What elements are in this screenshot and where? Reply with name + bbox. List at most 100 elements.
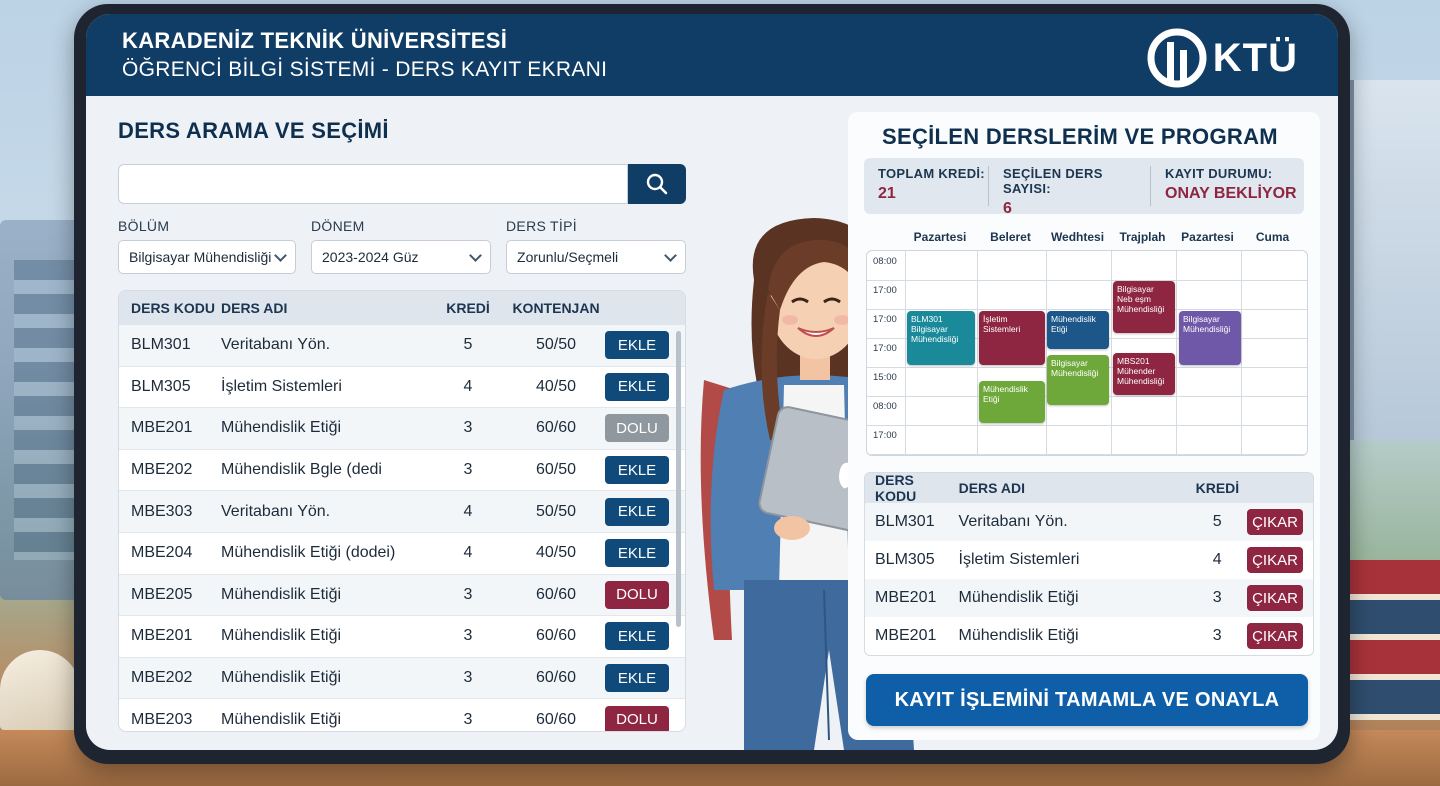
add-course-button[interactable]: EKLE <box>605 664 669 693</box>
background-books <box>1344 560 1440 720</box>
schedule-course-block[interactable]: İşletim Sistemleri <box>979 311 1045 365</box>
schedule-day-label: Wedhtesi <box>1050 230 1105 244</box>
schedule-block-text: Etiği <box>983 393 1000 404</box>
course-type-select[interactable]: Zorunlu/Seçmeli <box>506 240 687 274</box>
add-course-button[interactable]: EKLE <box>605 539 669 568</box>
add-course-button[interactable]: EKLE <box>605 497 669 526</box>
add-course-button[interactable]: EKLE <box>605 456 669 485</box>
schedule-time-label: 17:00 <box>873 430 897 441</box>
course-code: MBE303 <box>131 502 193 520</box>
filter-course-type: DERS TİPİ Zorunlu/Seçmeli <box>506 218 687 274</box>
remove-course-button[interactable]: ÇIKAR <box>1246 623 1303 649</box>
schedule-time-label: 17:00 <box>873 285 897 296</box>
course-code: BLM305 <box>875 551 935 568</box>
course-credit: 5 <box>463 336 473 354</box>
schedule-day-label: Beleret <box>990 230 1031 244</box>
schedule-time-label: 17:00 <box>873 314 897 325</box>
schedule-course-block[interactable]: Bilgisayar Mühendisliği <box>1179 311 1241 365</box>
selected-courses-panel: SEÇİLEN DERSLERİM VE PROGRAM TOPLAM KRED… <box>848 112 1320 740</box>
grid-line <box>867 425 1307 426</box>
schedule-day-label: Pazartesi <box>1181 230 1234 244</box>
course-name: Veritabanı Yön. <box>221 336 331 354</box>
summary-total-credit: TOPLAM KREDİ: 21 <box>864 166 988 206</box>
summary-value: 21 <box>878 185 896 202</box>
confirm-registration-button[interactable]: KAYIT İŞLEMİNİ TAMAMLA VE ONAYLA <box>866 674 1308 726</box>
course-name: Veritabanı Yön. <box>221 502 331 520</box>
selected-table-header: DERS KODU DERS ADI KREDİ <box>865 472 1313 504</box>
schedule-time-label: 08:00 <box>873 256 897 267</box>
table-row: MBE203 Mühendislik Etiği 3 60/60 DOLU <box>119 699 685 731</box>
schedule-course-block[interactable]: Bilgisayar Mühendisliği <box>1047 355 1109 405</box>
table-row: MBE201 Mühendislik Etiği 3 ÇIKAR <box>865 579 1313 617</box>
schedule-course-block[interactable]: MBS201 Mühender Mühendisliği <box>1113 353 1175 395</box>
table-row: BLM305 İşletim Sistemleri 4 40/50 EKLE <box>119 367 685 409</box>
schedule-block-text: Sistemleri <box>983 323 1021 334</box>
course-credit: 3 <box>1212 589 1222 606</box>
chevron-down-icon <box>469 248 482 262</box>
select-value: Zorunlu/Seçmeli <box>517 249 619 265</box>
add-course-button[interactable]: EKLE <box>605 622 669 651</box>
grid-line <box>867 454 1307 455</box>
table-row: BLM301 Veritabanı Yön. 5 ÇIKAR <box>865 503 1313 541</box>
remove-course-button[interactable]: ÇIKAR <box>1246 509 1303 535</box>
course-name: Mühendislik Etiği (dodei) <box>221 544 396 562</box>
course-quota: 50/50 <box>535 336 577 354</box>
background-open-book <box>0 650 80 730</box>
tablet-frame: KARADENİZ TEKNİK ÜNİVERSİTESİ ÖĞRENCİ Bİ… <box>74 4 1350 764</box>
add-course-button[interactable]: EKLE <box>605 331 669 360</box>
schedule-course-block[interactable]: BLM301 Bilgisayar Mühendisliği <box>907 311 975 365</box>
filter-label: BÖLÜM <box>118 218 170 234</box>
schedule-day-label: Trajplah <box>1119 230 1166 244</box>
term-select[interactable]: 2023-2024 Güz <box>311 240 492 274</box>
course-code: MBE201 <box>131 627 193 645</box>
course-code: BLM301 <box>875 513 935 530</box>
header-code: DERS KODU <box>131 300 216 316</box>
schedule-course-block[interactable]: Bilgisayar Neb eşm Mühendisliği <box>1113 281 1175 333</box>
department-select[interactable]: Bilgisayar Mühendisliği <box>118 240 297 274</box>
remove-course-button[interactable]: ÇIKAR <box>1246 585 1303 611</box>
course-search-input[interactable] <box>118 164 628 204</box>
schedule-time-label: 15:00 <box>873 372 897 383</box>
course-credit: 4 <box>463 502 473 520</box>
course-credit: 3 <box>463 419 473 437</box>
course-credit: 3 <box>1212 627 1222 644</box>
schedule-block-text: Mühendisliği <box>1183 323 1231 334</box>
course-credit: 4 <box>463 544 473 562</box>
header-code: DERS KODU <box>875 472 917 504</box>
course-name: Mühendislik Etiği <box>958 589 1079 606</box>
selected-table-body: BLM301 Veritabanı Yön. 5 ÇIKAR BLM305 İşletim… <box>865 503 1313 655</box>
remove-course-button[interactable]: ÇIKAR <box>1246 547 1303 573</box>
schedule-day-label: Pazartesi <box>913 230 967 244</box>
schedule-course-block[interactable]: Mühendislik Etiği <box>979 381 1045 423</box>
search-icon <box>646 173 668 195</box>
table-row: BLM301 Veritabanı Yön. 5 50/50 EKLE <box>119 325 685 367</box>
summary-registration-status: KAYIT DURUMU: ONAY BEKLİYOR <box>1150 166 1304 206</box>
course-name: Mühendislik Etiği <box>221 585 342 603</box>
table-row: MBE303 Veritabanı Yön. 4 50/50 EKLE <box>119 491 685 533</box>
table-row: MBE201 Mühendislik Etiği 3 ÇIKAR <box>865 617 1313 655</box>
registration-summary: TOPLAM KREDİ: 21 SEÇİLEN DERS SAYISI: 6 … <box>864 158 1304 217</box>
select-value: 2023-2024 Güz <box>322 249 419 265</box>
app-header: KARADENİZ TEKNİK ÜNİVERSİTESİ ÖĞRENCİ Bİ… <box>86 14 1338 96</box>
summary-course-count: SEÇİLEN DERS SAYISI: 6 <box>988 166 1150 217</box>
course-full-button[interactable]: DOLU <box>605 580 669 609</box>
course-code: MBE201 <box>875 627 937 644</box>
add-course-button[interactable]: EKLE <box>605 372 669 401</box>
schedule-block-text: Mühendisliği <box>1117 375 1165 386</box>
course-name: Mühendislik Etiği <box>221 710 342 728</box>
schedule-time-label: 17:00 <box>873 343 897 354</box>
schedule-course-block[interactable]: Mühendislik Etiği <box>1047 311 1109 349</box>
summary-label: SEÇİLEN DERS SAYISI: <box>1003 166 1103 196</box>
course-code: MBE201 <box>875 589 937 606</box>
search-button[interactable] <box>628 164 686 204</box>
course-credit: 3 <box>463 461 473 479</box>
course-credit: 5 <box>1212 513 1222 530</box>
course-table-scrollbar[interactable] <box>676 331 681 627</box>
course-credit: 3 <box>463 669 473 687</box>
course-full-button[interactable]: DOLU <box>605 414 669 443</box>
course-code: MBE203 <box>131 710 193 728</box>
course-code: MBE205 <box>131 585 193 603</box>
table-row: MBE205 Mühendislik Etiği 3 60/60 DOLU <box>119 574 685 617</box>
course-full-button[interactable]: DOLU <box>605 705 669 731</box>
course-code: BLM301 <box>131 336 191 354</box>
